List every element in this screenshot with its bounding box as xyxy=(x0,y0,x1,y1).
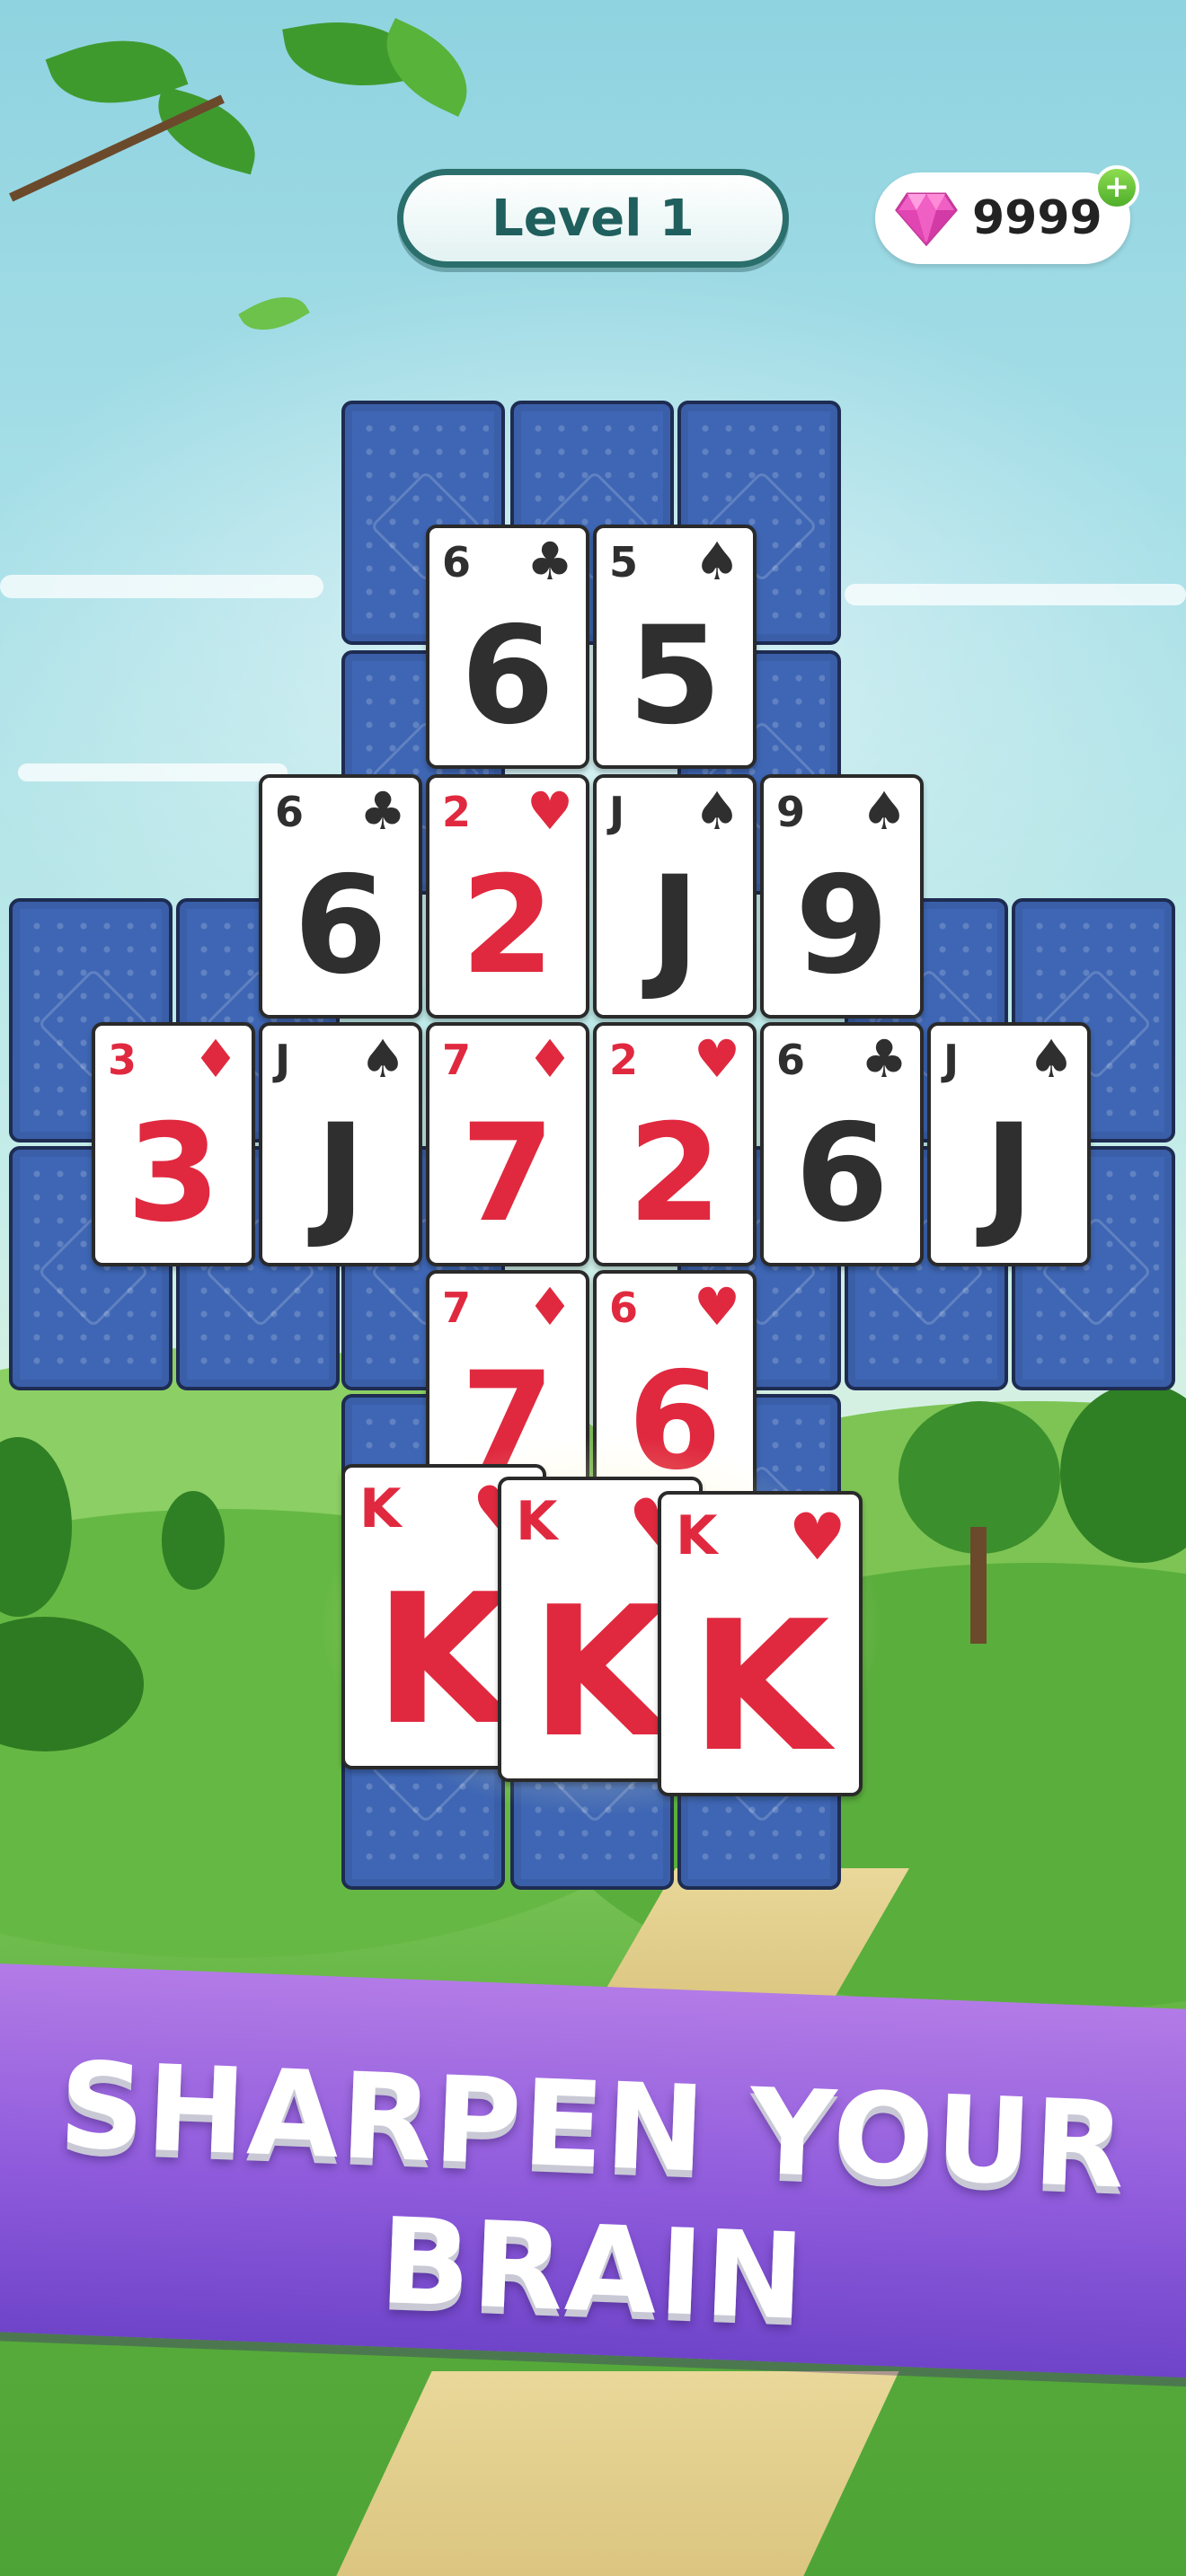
card-suit-icon: ♥ xyxy=(527,781,573,842)
card-rank-corner: 7 xyxy=(442,1284,472,1332)
card-rank: J xyxy=(315,1096,366,1252)
card-rank-corner: 5 xyxy=(609,538,639,587)
card-suit-icon: ♣ xyxy=(359,781,406,842)
card-rank: 3 xyxy=(126,1096,221,1252)
card-suit-icon: ♣ xyxy=(861,1028,907,1090)
playing-card[interactable]: J ♠ J xyxy=(259,1022,422,1266)
playing-card[interactable]: J ♠ J xyxy=(593,774,757,1019)
playing-card[interactable]: J ♠ J xyxy=(927,1022,1091,1266)
card-rank-corner: 3 xyxy=(108,1036,137,1084)
card-rank-corner: 2 xyxy=(442,788,472,836)
card-rank-corner: 6 xyxy=(275,788,305,836)
card-rank: 6 xyxy=(293,848,388,1004)
card-rank: 7 xyxy=(460,1096,555,1252)
playing-card[interactable]: 6 ♣ 6 xyxy=(259,774,422,1019)
card-suit-icon: ♠ xyxy=(1028,1028,1075,1090)
card-rank-corner: K xyxy=(516,1490,558,1553)
card-rank-corner: 9 xyxy=(776,788,806,836)
card-rank-corner: K xyxy=(676,1504,718,1567)
card-rank: 2 xyxy=(460,848,555,1004)
card-rank-corner: 2 xyxy=(609,1036,639,1084)
card-rank-corner: 6 xyxy=(609,1284,639,1332)
card-rank: 5 xyxy=(627,598,722,754)
card-suit-icon: ♠ xyxy=(694,781,740,842)
card-suit-icon: ♠ xyxy=(359,1028,406,1090)
playing-card[interactable]: 9 ♠ 9 xyxy=(760,774,924,1019)
playing-card[interactable]: 6 ♣ 6 xyxy=(426,525,589,769)
card-suit-icon: ♥ xyxy=(788,1499,846,1575)
card-rank: K xyxy=(690,1583,830,1792)
card-suit-icon: ♠ xyxy=(694,531,740,592)
card-rank: 9 xyxy=(794,848,890,1004)
card-suit-icon: ♦ xyxy=(527,1028,573,1090)
playing-card[interactable]: 6 ♣ 6 xyxy=(760,1022,924,1266)
card-suit-icon: ♣ xyxy=(527,531,573,592)
card-rank-corner: K xyxy=(359,1478,402,1540)
card-rank-corner: 6 xyxy=(776,1036,806,1084)
card-rank-corner: 7 xyxy=(442,1036,472,1084)
playing-card[interactable]: 2 ♥ 2 xyxy=(426,774,589,1019)
card-rank: 6 xyxy=(460,598,555,754)
card-rank-corner: J xyxy=(609,788,625,836)
playing-card[interactable]: 5 ♠ 5 xyxy=(593,525,757,769)
card-suit-icon: ♦ xyxy=(192,1028,239,1090)
card-suit-icon: ♠ xyxy=(861,781,907,842)
card-rank-corner: J xyxy=(943,1036,960,1084)
card-suit-icon: ♥ xyxy=(694,1276,740,1337)
card-rank: J xyxy=(650,848,700,1004)
hand-card[interactable]: K ♥ K xyxy=(658,1491,863,1796)
card-rank: 2 xyxy=(627,1096,722,1252)
playing-card[interactable]: 2 ♥ 2 xyxy=(593,1022,757,1266)
card-rank: J xyxy=(984,1096,1034,1252)
playing-card[interactable]: 7 ♦ 7 xyxy=(426,1022,589,1266)
card-suit-icon: ♥ xyxy=(694,1028,740,1090)
card-rank-corner: J xyxy=(275,1036,291,1084)
playing-card[interactable]: 3 ♦ 3 xyxy=(92,1022,255,1266)
card-suit-icon: ♦ xyxy=(527,1276,573,1337)
card-rank-corner: 6 xyxy=(442,538,472,587)
card-rank: 6 xyxy=(794,1096,890,1252)
